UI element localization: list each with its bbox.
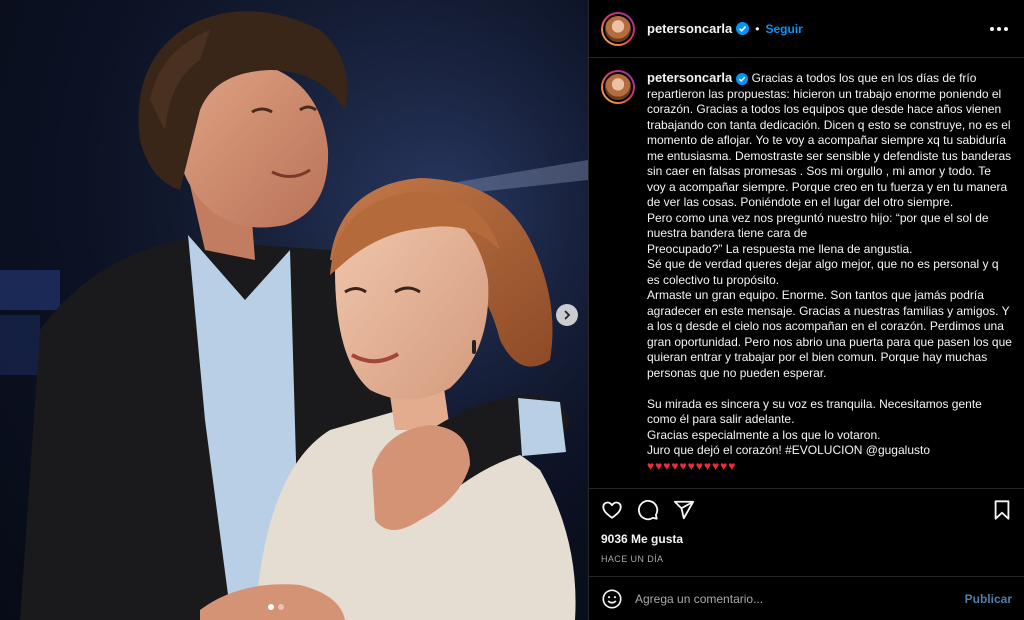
- caption-username[interactable]: petersoncarla: [647, 70, 732, 85]
- caption-avatar[interactable]: [601, 70, 635, 104]
- separator: •: [755, 21, 760, 36]
- share-icon[interactable]: [673, 499, 695, 521]
- emoji-icon[interactable]: [601, 588, 623, 610]
- carousel-dot-1: [268, 604, 274, 610]
- caption-text: petersoncarla Gracias a todos los que en…: [647, 70, 1012, 482]
- post-sidebar: petersoncarla • Seguir petersoncarla Gra…: [588, 0, 1024, 620]
- post-photo[interactable]: [0, 0, 588, 620]
- carousel-indicator: [268, 604, 284, 610]
- post-timestamp[interactable]: HACE UN DÍA: [589, 554, 1024, 564]
- carousel-dot-2: [278, 604, 284, 610]
- bookmark-icon[interactable]: [992, 499, 1012, 521]
- comment-bar: Publicar: [589, 576, 1024, 620]
- verified-badge-icon: [736, 22, 750, 35]
- publish-button[interactable]: Publicar: [965, 592, 1012, 606]
- avatar[interactable]: [601, 11, 635, 46]
- follow-button[interactable]: Seguir: [765, 22, 802, 36]
- caption-section: petersoncarla Gracias a todos los que en…: [589, 58, 1024, 482]
- verified-badge-icon: [736, 72, 749, 85]
- heart-icon[interactable]: [601, 499, 623, 521]
- more-options-icon[interactable]: [990, 26, 1008, 31]
- chevron-right-icon: [562, 310, 572, 320]
- post-modal: petersoncarla • Seguir petersoncarla Gra…: [0, 0, 1024, 620]
- caption-body: Gracias a todos los que en los días de f…: [647, 71, 1012, 457]
- comment-input[interactable]: [635, 591, 965, 606]
- username-link[interactable]: petersoncarla: [647, 21, 732, 36]
- next-photo-button[interactable]: [556, 304, 578, 326]
- post-header: petersoncarla • Seguir: [589, 0, 1024, 58]
- hearts-emoji: ♥♥♥♥♥♥♥♥♥♥♥: [647, 458, 737, 473]
- comment-icon[interactable]: [637, 499, 659, 521]
- action-bar: [589, 488, 1024, 530]
- couple-photo: [0, 0, 588, 620]
- likes-count[interactable]: 9036 Me gusta: [589, 532, 1024, 548]
